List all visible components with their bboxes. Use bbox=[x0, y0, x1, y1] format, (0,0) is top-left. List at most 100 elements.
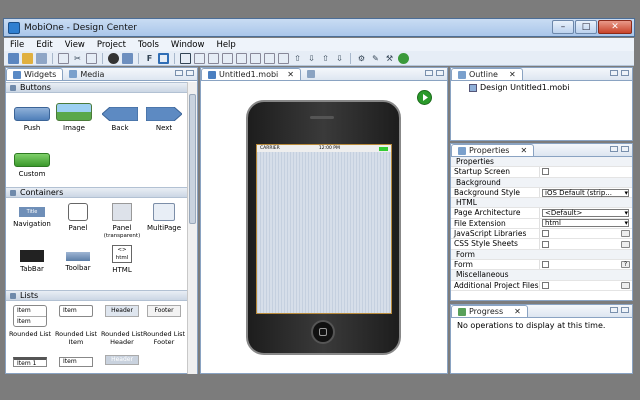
property-row[interactable]: Background Style iOS Default (strip... ▾ bbox=[451, 187, 632, 199]
tab-untitled1[interactable]: Untitled1.mobi ✕ bbox=[201, 68, 301, 80]
menu-view[interactable]: View bbox=[59, 40, 91, 50]
property-value[interactable] bbox=[540, 281, 632, 290]
property-row[interactable]: JavaScript Libraries bbox=[451, 229, 632, 240]
widget-html[interactable]: <> html HTML bbox=[100, 245, 144, 274]
widget-list-item2[interactable]: Item bbox=[54, 357, 98, 370]
widget-back[interactable]: Back bbox=[98, 107, 142, 132]
tab-outline[interactable]: Outline ✕ bbox=[451, 68, 523, 80]
property-row[interactable]: File Extension html ▾ bbox=[451, 218, 632, 230]
outline-close-icon[interactable]: ✕ bbox=[509, 69, 516, 80]
widget-tabbar[interactable]: TabBar bbox=[10, 250, 54, 273]
menu-tools[interactable]: Tools bbox=[132, 40, 165, 50]
progress-minimize-icon[interactable] bbox=[621, 307, 629, 313]
menu-help[interactable]: Help bbox=[210, 40, 241, 50]
widget-list-item1[interactable]: Item 1 bbox=[8, 357, 52, 370]
panel-minimize-icon[interactable] bbox=[175, 70, 183, 76]
close-button[interactable]: ✕ bbox=[598, 20, 632, 34]
widget-rounded-list-header[interactable]: Header Rounded List Header bbox=[100, 305, 144, 346]
editor-minimize-icon[interactable] bbox=[425, 70, 433, 76]
progress-close-icon[interactable]: ✕ bbox=[514, 306, 521, 317]
widget-panel[interactable]: Panel bbox=[56, 203, 100, 232]
arrow-down-icon[interactable]: ⇩ bbox=[306, 53, 317, 64]
tools-icon[interactable]: ⚒ bbox=[384, 53, 395, 64]
properties-maximize-icon[interactable] bbox=[621, 146, 629, 152]
property-checkbox[interactable] bbox=[542, 261, 549, 269]
section-containers[interactable]: Containers bbox=[6, 187, 187, 198]
widget-push[interactable]: Push bbox=[10, 107, 54, 132]
widget-list-header2[interactable]: Header bbox=[100, 355, 144, 368]
property-row[interactable]: CSS Style Sheets bbox=[451, 239, 632, 250]
new-icon[interactable] bbox=[8, 52, 19, 64]
property-value[interactable]: html ▾ bbox=[540, 219, 632, 228]
property-checkbox[interactable] bbox=[542, 281, 549, 289]
property-checkbox[interactable] bbox=[542, 168, 549, 176]
minimize-button[interactable]: – bbox=[552, 20, 574, 34]
arrow-down2-icon[interactable]: ⇩ bbox=[334, 53, 345, 64]
widget-rounded-list-footer[interactable]: Footer Rounded List Footer bbox=[142, 305, 186, 346]
align-top-icon[interactable] bbox=[236, 52, 247, 64]
settings-icon[interactable]: ⚙ bbox=[356, 53, 367, 64]
property-select[interactable]: <Default> ▾ bbox=[542, 209, 629, 218]
palette-scroll-thumb[interactable] bbox=[189, 94, 196, 224]
widget-image[interactable]: Image bbox=[52, 103, 96, 132]
widget-panel-transparent[interactable]: Panel (transparent) bbox=[100, 203, 144, 240]
browse-button[interactable] bbox=[621, 281, 630, 289]
play-preview-icon[interactable] bbox=[417, 90, 432, 105]
progress-remove-icon[interactable] bbox=[610, 307, 618, 313]
property-value[interactable]: ? bbox=[540, 260, 632, 269]
menu-file[interactable]: File bbox=[4, 40, 30, 50]
tab-progress[interactable]: Progress ✕ bbox=[451, 305, 528, 317]
distribute-icon[interactable] bbox=[278, 52, 289, 64]
arrow-up-icon[interactable]: ⇧ bbox=[292, 53, 303, 64]
property-row[interactable]: Additional Project Files bbox=[451, 280, 632, 291]
help-button[interactable]: ? bbox=[621, 261, 630, 269]
widget-rounded-list-item[interactable]: Item Rounded List Item bbox=[54, 305, 98, 346]
tab-media[interactable]: Media bbox=[63, 68, 110, 80]
property-checkbox[interactable] bbox=[542, 240, 549, 248]
property-select[interactable]: iOS Default (strip... ▾ bbox=[542, 188, 629, 197]
property-row[interactable]: Page Architecture <Default> ▾ bbox=[451, 208, 632, 219]
property-row[interactable]: Startup Screen bbox=[451, 167, 632, 178]
tab-widgets[interactable]: Widgets bbox=[6, 68, 64, 80]
widget-navigation[interactable]: Title Navigation bbox=[10, 207, 54, 228]
wand-icon[interactable]: ✎ bbox=[370, 53, 381, 64]
align-middle-icon[interactable] bbox=[250, 52, 261, 64]
editor-maximize-icon[interactable] bbox=[436, 70, 444, 76]
run-icon[interactable] bbox=[398, 52, 409, 64]
property-row[interactable]: Form? bbox=[451, 259, 632, 271]
outline-maximize-icon[interactable] bbox=[621, 70, 629, 76]
align-center-icon[interactable] bbox=[208, 52, 219, 64]
preview-icon[interactable] bbox=[158, 52, 169, 64]
tab-properties[interactable]: Properties ✕ bbox=[451, 144, 535, 156]
widget-multipage[interactable]: MultiPage bbox=[142, 203, 186, 232]
apple-icon[interactable] bbox=[108, 52, 119, 64]
properties-close-icon[interactable]: ✕ bbox=[520, 145, 527, 156]
properties-minimize-icon[interactable] bbox=[610, 146, 618, 152]
property-value[interactable] bbox=[540, 167, 632, 176]
cut-icon[interactable]: ✂ bbox=[72, 53, 83, 64]
tab-close-icon[interactable]: ✕ bbox=[287, 69, 294, 80]
device-icon[interactable] bbox=[122, 52, 133, 64]
copy-icon[interactable] bbox=[58, 52, 69, 64]
property-checkbox[interactable] bbox=[542, 230, 549, 238]
arrow-up2-icon[interactable]: ⇧ bbox=[320, 53, 331, 64]
widget-rounded-list[interactable]: Item Item Rounded List bbox=[8, 305, 52, 338]
align-left-icon[interactable] bbox=[194, 52, 205, 64]
align-bottom-icon[interactable] bbox=[264, 52, 275, 64]
font-icon[interactable]: F bbox=[144, 53, 155, 64]
open-folder-icon[interactable] bbox=[22, 52, 33, 64]
grid-icon[interactable] bbox=[180, 52, 191, 64]
palette-scrollbar[interactable] bbox=[187, 82, 197, 374]
save-icon[interactable] bbox=[36, 52, 47, 64]
property-value[interactable]: <Default> ▾ bbox=[540, 208, 632, 218]
widget-toolbar[interactable]: Toolbar bbox=[56, 252, 100, 272]
outline-minimize-icon[interactable] bbox=[610, 70, 618, 76]
property-value[interactable] bbox=[540, 229, 632, 238]
widget-next[interactable]: Next bbox=[142, 107, 186, 132]
panel-maximize-icon[interactable] bbox=[186, 70, 194, 76]
widget-custom[interactable]: Custom bbox=[10, 153, 54, 178]
property-select[interactable]: html ▾ bbox=[542, 219, 629, 228]
maximize-button[interactable]: □ bbox=[575, 20, 597, 34]
menu-window[interactable]: Window bbox=[165, 40, 211, 50]
menu-project[interactable]: Project bbox=[91, 40, 132, 50]
